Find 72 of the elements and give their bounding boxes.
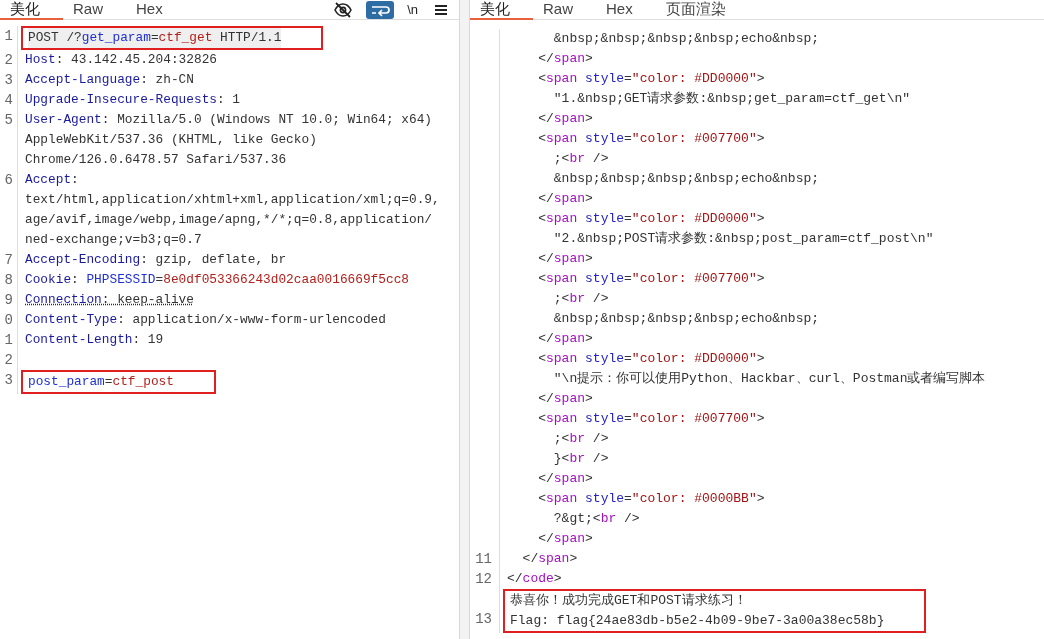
code-line: </code> bbox=[507, 571, 562, 586]
code-line: &nbsp;&nbsp;&nbsp;&nbsp;echo&nbsp; bbox=[552, 31, 820, 46]
code-line: </span> bbox=[537, 111, 593, 126]
code-line: post_param=ctf_post bbox=[28, 374, 174, 389]
code-line: </span> bbox=[537, 391, 593, 406]
code-line: Content-Length: 19 bbox=[25, 332, 164, 347]
line-number: 7 bbox=[4, 252, 13, 268]
code-line: </span> bbox=[537, 51, 593, 66]
line-number: 3 bbox=[4, 72, 13, 88]
code-line: Content-Type: application/x-www-form-urlencoded bbox=[25, 312, 386, 327]
code-line: Connection: keep-alive bbox=[25, 292, 194, 307]
code-line: 恭喜你！成功完成GET和POST请求练习！ bbox=[510, 593, 747, 608]
code-line: text/html,application/xhtml+xml,application/xml;q=0.9, bbox=[25, 192, 440, 207]
code-line: Host: 43.142.45.204:32826 bbox=[25, 52, 217, 67]
code-line: <span style="color: #007700"> bbox=[537, 131, 765, 146]
code-line: "\n提示：你可以使用Python、Hackbar、curl、Postman或者编写脚本 bbox=[552, 371, 986, 386]
tab[interactable]: 美化 bbox=[470, 0, 533, 20]
code-line: </span> bbox=[537, 331, 593, 346]
line-number: 4 bbox=[4, 92, 13, 108]
wrap-button[interactable] bbox=[366, 1, 395, 19]
code-line: <span style="color: #0000BB"> bbox=[537, 491, 765, 506]
code-line: Chrome/126.0.6478.57 Safari/537.36 bbox=[25, 152, 287, 167]
line-number: 0 bbox=[4, 312, 13, 328]
code-line: </span> bbox=[537, 251, 593, 266]
code-line: ned-exchange;v=b3;q=0.7 bbox=[25, 232, 202, 247]
code-line: ?&gt;<br /> bbox=[552, 511, 640, 526]
code-line: <span style="color: #007700"> bbox=[537, 411, 765, 426]
code-line: &nbsp;&nbsp;&nbsp;&nbsp;echo&nbsp; bbox=[552, 171, 820, 186]
line-number: 2 bbox=[4, 52, 13, 68]
line-number: 12 bbox=[475, 571, 492, 587]
code-line: "1.&nbsp;GET请求参数:&nbsp;get_param=ctf_get\n" bbox=[552, 91, 911, 106]
tab[interactable]: Raw bbox=[533, 0, 596, 20]
tab[interactable]: Hex bbox=[596, 0, 656, 20]
line-number: 6 bbox=[4, 172, 13, 188]
code-line: <span style="color: #DD0000"> bbox=[537, 351, 765, 366]
code-line: <span style="color: #DD0000"> bbox=[537, 71, 765, 86]
line-number: 11 bbox=[475, 551, 492, 567]
line-number: 9 bbox=[4, 292, 13, 308]
line-number: 2 bbox=[4, 352, 13, 368]
code-line: Accept-Language: zh-CN bbox=[25, 72, 194, 87]
code-line: &nbsp;&nbsp;&nbsp;&nbsp;echo&nbsp; bbox=[552, 311, 820, 326]
code-line: Flag: flag{24ae83db-b5e2-4b09-9be7-3a00a38ec58b} bbox=[510, 613, 885, 628]
code-line: }<br /> bbox=[552, 451, 609, 466]
code-line: AppleWebKit/537.36 (KHTML, like Gecko) bbox=[25, 132, 317, 147]
code-line: ;<br /> bbox=[552, 431, 609, 446]
tab[interactable]: 美化 bbox=[0, 0, 63, 20]
code-line: Upgrade-Insecure-Requests: 1 bbox=[25, 92, 241, 107]
tab[interactable]: Raw bbox=[63, 0, 126, 20]
line-number: 5 bbox=[4, 112, 13, 128]
code-line: Accept: bbox=[25, 172, 79, 187]
code-line: <span style="color: #DD0000"> bbox=[537, 211, 765, 226]
code-line: POST /?get_param=ctf_get HTTP/1.1 bbox=[28, 30, 282, 45]
code-line: <span style="color: #007700"> bbox=[537, 271, 765, 286]
newline-button[interactable]: \n bbox=[404, 1, 421, 19]
code-line: </span> bbox=[537, 191, 593, 206]
code-line: Accept-Encoding: gzip, deflate, br bbox=[25, 252, 287, 267]
line-number: 3 bbox=[4, 372, 13, 388]
line-number: 1 bbox=[4, 332, 13, 348]
line-number: 8 bbox=[4, 272, 13, 288]
code-line: age/avif,image/webp,image/apng,*/*;q=0.8,application/ bbox=[25, 212, 432, 227]
code-line: Cookie: PHPSESSID=8e0df053366243d02caa0016669f5cc8 bbox=[25, 272, 409, 287]
line-number: 13 bbox=[475, 611, 492, 627]
tab[interactable]: Hex bbox=[126, 0, 186, 20]
code-line: </span> bbox=[537, 531, 593, 546]
code-line: </span> bbox=[521, 551, 578, 566]
code-line: </span> bbox=[537, 471, 593, 486]
tab[interactable]: 页面渲染 bbox=[655, 0, 749, 20]
code-line: "2.&nbsp;POST请求参数:&nbsp;post_param=ctf_post\n" bbox=[552, 231, 934, 246]
code-line: ;<br /> bbox=[552, 151, 609, 166]
code-line: ;<br /> bbox=[552, 291, 609, 306]
line-number: 1 bbox=[4, 28, 13, 44]
code-line: User-Agent: Mozilla/5.0 (Windows NT 10.0; Win64; x64) bbox=[25, 112, 432, 127]
